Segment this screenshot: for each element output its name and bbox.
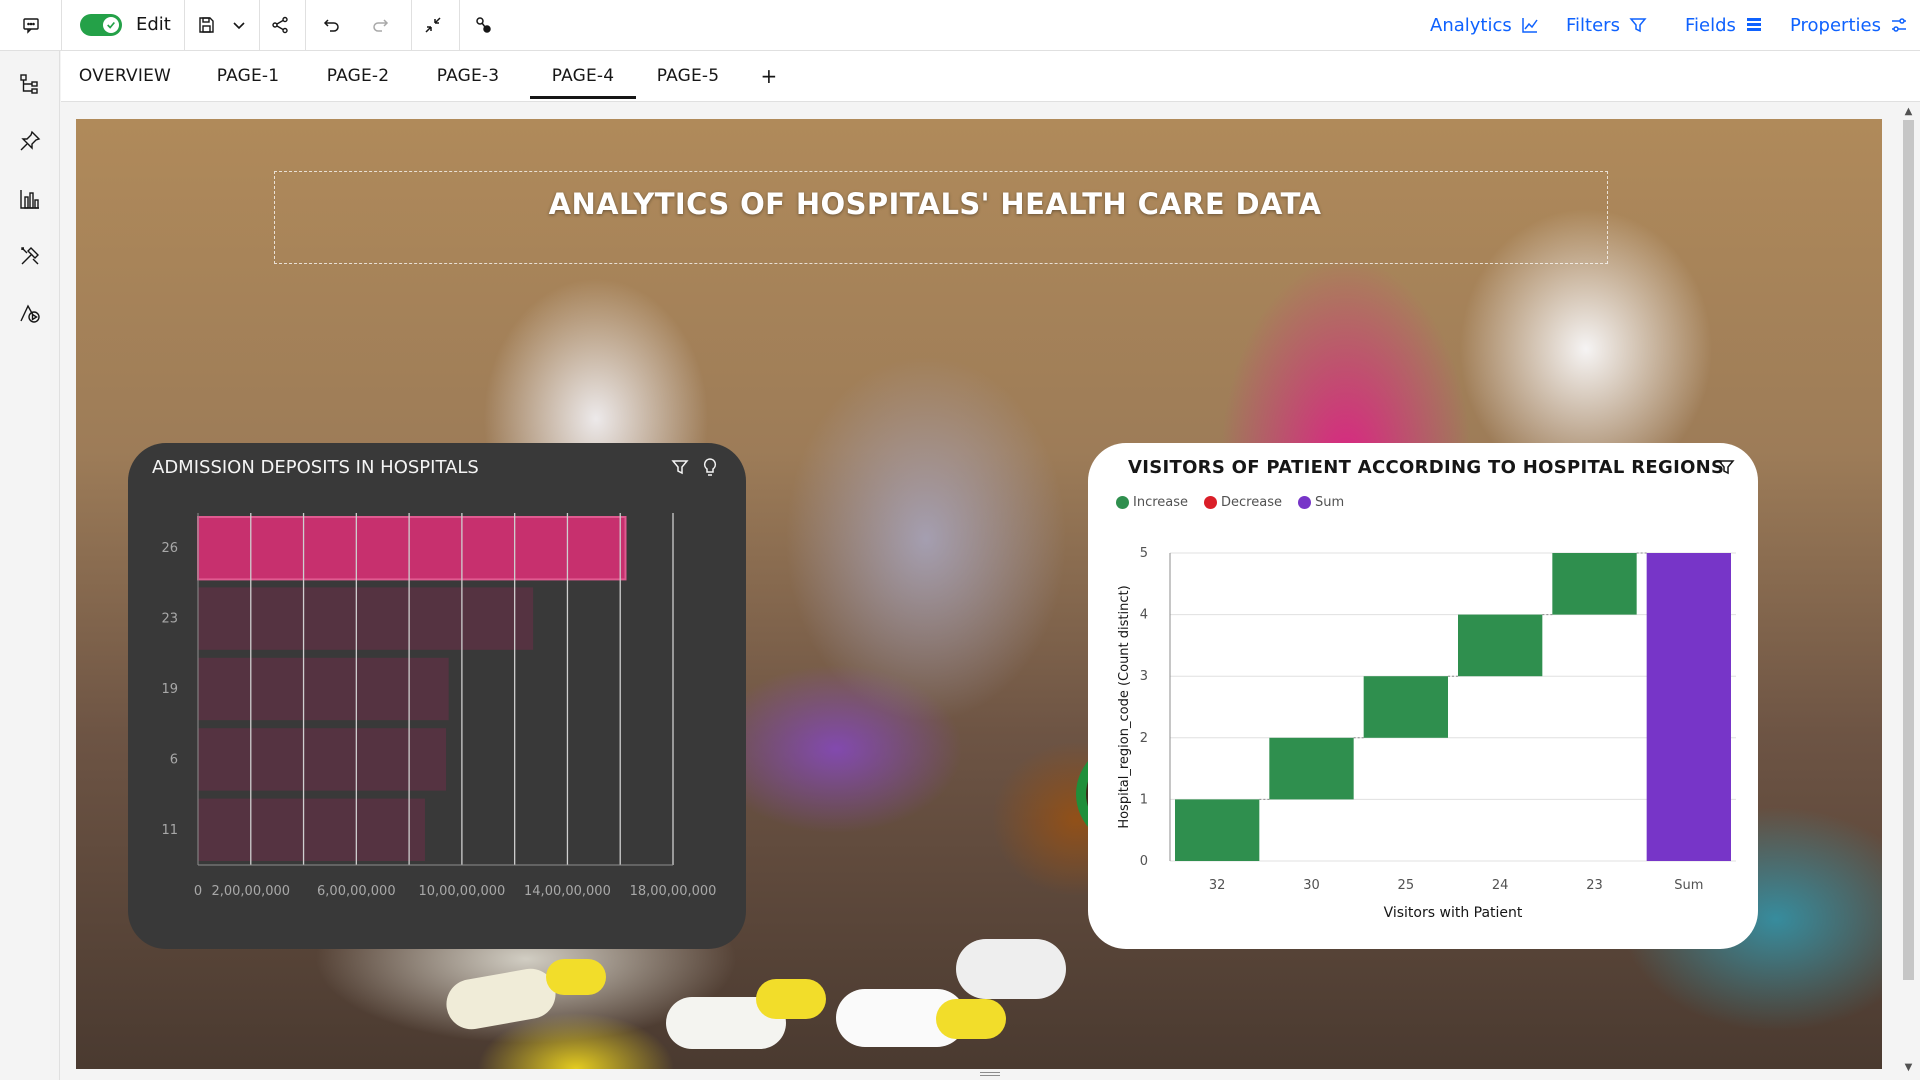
properties-button[interactable]: Properties <box>1790 0 1909 50</box>
tab-page-4[interactable]: PAGE-4 <box>530 51 636 101</box>
filters-button[interactable]: Filters <box>1566 0 1648 50</box>
analytics-icon <box>1522 18 1538 33</box>
collapse-icon[interactable] <box>420 0 446 50</box>
top-toolbar: Edit Analytics Filters Fields Properties <box>0 0 1920 51</box>
y-tick-label: 2 <box>1140 731 1148 746</box>
x-tick-label: 14,00,00,000 <box>524 884 611 899</box>
analytics-label: Analytics <box>1430 14 1512 36</box>
waterfall-bar <box>1175 799 1260 861</box>
y-axis-label: Hospital_region_code (Count distinct) <box>1117 585 1132 828</box>
edit-mode-label: Edit <box>136 14 171 35</box>
chevron-down-icon[interactable] <box>228 0 250 50</box>
properties-label: Properties <box>1790 14 1881 36</box>
y-tick-label: 11 <box>161 823 178 838</box>
filter-icon <box>1629 18 1647 33</box>
y-tick-label: 19 <box>161 682 178 697</box>
waterfall-bar <box>1269 737 1354 800</box>
fields-button[interactable]: Fields <box>1685 0 1764 50</box>
fields-icon <box>1746 18 1761 31</box>
page-tabs: OVERVIEW PAGE-1 PAGE-2 PAGE-3 PAGE-4 PAG… <box>61 51 1920 102</box>
fields-label: Fields <box>1685 14 1736 36</box>
background-pill <box>546 959 606 995</box>
scroll-down-arrow[interactable]: ▼ <box>1903 1062 1914 1074</box>
visitors-waterfall-chart: 01234532 30 25 24 23 SumVisitors with Patient… <box>1117 546 1736 921</box>
tab-page-5[interactable]: PAGE-5 <box>648 51 728 101</box>
background-pill <box>956 939 1066 999</box>
undo-icon[interactable] <box>318 0 344 50</box>
x-tick-label: 10,00,00,000 <box>418 884 505 899</box>
share-icon[interactable] <box>267 0 293 50</box>
analytics-button[interactable]: Analytics <box>1430 0 1540 50</box>
admission-deposits-chart: 26 23 19 6 11 0 2,00,00,000 6,00,00,000 10,00,00… <box>161 513 717 899</box>
comment-icon[interactable] <box>16 0 46 50</box>
x-tick-label: Sum <box>1674 878 1703 893</box>
toolbar-divider <box>61 0 62 50</box>
x-tick-label: 18,00,00,000 <box>630 884 717 899</box>
waterfall-bar <box>1646 553 1731 861</box>
vertical-scrollbar[interactable]: ▲ ▼ <box>1898 102 1920 1080</box>
tools-icon[interactable] <box>15 241 45 271</box>
y-tick-label: 26 <box>161 541 178 556</box>
pin-connect-icon[interactable] <box>470 0 496 50</box>
toolbar-divider <box>305 0 306 50</box>
toolbar-divider <box>184 0 185 50</box>
x-tick-label: 23 <box>1586 878 1603 893</box>
pin-icon[interactable] <box>15 126 45 156</box>
tab-page-1[interactable]: PAGE-1 <box>209 51 287 101</box>
x-axis-label: Visitors with Patient <box>1384 905 1523 921</box>
chart-icon[interactable] <box>15 184 45 214</box>
background-pill <box>936 999 1006 1039</box>
left-sidebar <box>0 51 60 1080</box>
scroll-up-arrow[interactable]: ▲ <box>1903 106 1914 118</box>
x-tick-label: 32 <box>1209 878 1226 893</box>
x-tick-label: 0 <box>194 884 202 899</box>
x-tick-label: 24 <box>1492 878 1509 893</box>
y-tick-label: 0 <box>1140 854 1148 869</box>
tab-overview[interactable]: OVERVIEW <box>69 51 181 101</box>
edit-mode-toggle[interactable] <box>80 14 122 36</box>
tab-page-2[interactable]: PAGE-2 <box>318 51 398 101</box>
bar <box>198 657 449 721</box>
x-tick-label: 6,00,00,000 <box>317 884 396 899</box>
y-tick-label: 1 <box>1140 792 1148 807</box>
shapes-icon[interactable] <box>15 298 45 328</box>
dashboard-title-box[interactable]: ANALYTICS OF HOSPITALS' HEALTH CARE DATA <box>274 171 1608 264</box>
save-icon[interactable] <box>193 0 219 50</box>
scrollbar-thumb[interactable] <box>1903 120 1914 980</box>
x-tick-label: 2,00,00,000 <box>211 884 290 899</box>
y-tick-label: 23 <box>161 612 178 627</box>
bar <box>197 516 627 581</box>
properties-icon <box>1891 18 1906 32</box>
background-pill <box>756 979 826 1019</box>
waterfall-bar <box>1458 614 1543 677</box>
waterfall-bar <box>1552 553 1637 615</box>
checkmark-icon <box>103 17 119 33</box>
toolbar-divider <box>459 0 460 50</box>
x-tick-label: 25 <box>1398 878 1415 893</box>
tab-page-3[interactable]: PAGE-3 <box>428 51 508 101</box>
y-tick-label: 3 <box>1140 669 1148 684</box>
y-tick-label: 6 <box>170 752 178 767</box>
y-tick-label: 4 <box>1140 608 1148 623</box>
bar <box>198 587 534 650</box>
toolbar-divider <box>259 0 260 50</box>
resize-handle[interactable] <box>980 1072 1000 1076</box>
redo-icon[interactable] <box>368 0 394 50</box>
admission-deposits-card[interactable]: ADMISSION DEPOSITS IN HOSPITALS 26 23 19 6 1… <box>128 443 746 949</box>
visitors-by-region-card[interactable]: VISITORS OF PATIENT ACCORDING TO HOSPITA… <box>1088 443 1758 949</box>
bar <box>198 798 425 861</box>
x-tick-label: 30 <box>1303 878 1320 893</box>
background-pill <box>442 964 560 1034</box>
add-page-button[interactable]: + <box>754 51 784 101</box>
dashboard-canvas: ANALYTICS OF HOSPITALS' HEALTH CARE DATA… <box>76 119 1882 1069</box>
toolbar-divider <box>411 0 412 50</box>
data-tree-icon[interactable] <box>15 69 45 99</box>
y-tick-label: 5 <box>1140 546 1148 561</box>
filters-label: Filters <box>1566 14 1620 36</box>
waterfall-bar <box>1363 676 1448 738</box>
dashboard-title: ANALYTICS OF HOSPITALS' HEALTH CARE DATA <box>548 186 1322 221</box>
